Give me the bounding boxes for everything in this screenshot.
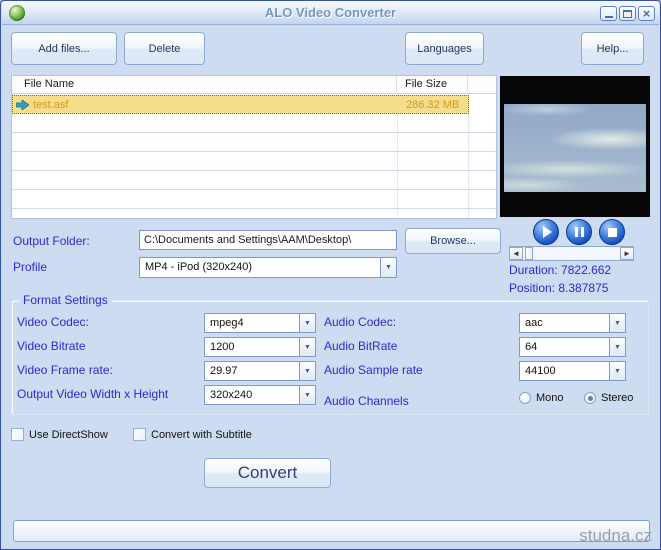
file-row-selected[interactable]: test.asf 286.32 MB [12,95,469,114]
seek-left-arrow[interactable]: ◄ [509,247,523,260]
stop-button[interactable] [599,219,625,245]
audio-codec-label: Audio Codec: [324,315,396,329]
chevron-down-icon[interactable]: ▼ [299,314,315,332]
output-size-dropdown[interactable]: 320x240 ▼ [204,385,316,405]
duration-text: Duration: 7822.662 [509,263,611,277]
close-button[interactable]: × [638,6,655,21]
audio-channels-label: Audio Channels [324,394,409,408]
radio-selected-icon [584,392,596,404]
empty-list-row[interactable] [12,190,497,209]
profile-dropdown[interactable]: MP4 - iPod (320x240) ▼ [139,257,397,278]
audio-bitrate-dropdown[interactable]: 64 ▼ [519,337,626,357]
video-preview [500,76,650,217]
delete-button[interactable]: Delete [124,32,205,65]
progress-bar [13,520,650,542]
audio-codec-dropdown[interactable]: aac ▼ [519,313,626,333]
chevron-down-icon[interactable]: ▼ [609,362,625,380]
radio-stereo[interactable]: Stereo [584,392,633,404]
radio-icon [519,392,531,404]
convert-subtitle-checkbox[interactable] [133,428,146,441]
convert-subtitle-label: Convert with Subtitle [151,429,252,441]
app-window: ALO Video Converter × Add files... Delet… [0,0,661,550]
audio-samplerate-label: Audio Sample rate [324,363,423,377]
empty-list-row[interactable] [12,152,497,171]
chevron-down-icon[interactable]: ▼ [380,258,396,277]
video-codec-label: Video Codec: [17,315,89,329]
pause-icon [575,227,578,237]
empty-list-row[interactable] [12,171,497,190]
video-framerate-label: Video Frame rate: [17,363,113,377]
window-title: ALO Video Converter [2,5,659,20]
format-settings-title: Format Settings [19,293,112,307]
watermark: studna.cz [579,526,652,546]
play-button[interactable] [533,219,559,245]
chevron-down-icon[interactable]: ▼ [299,338,315,356]
column-header-file-size[interactable]: File Size [397,76,468,94]
minimize-icon [605,16,613,18]
browse-button[interactable]: Browse... [405,228,501,254]
seek-slider[interactable]: ◄ ► [509,246,634,261]
empty-list-row[interactable] [12,114,497,133]
play-icon [543,226,552,238]
video-framerate-dropdown[interactable]: 29.97 ▼ [204,361,316,381]
chevron-down-icon[interactable]: ▼ [609,338,625,356]
audio-bitrate-label: Audio BitRate [324,339,397,353]
maximize-button[interactable] [619,6,636,21]
seek-thumb[interactable] [525,247,533,260]
seek-right-arrow[interactable]: ► [620,247,634,260]
radio-mono[interactable]: Mono [519,392,564,404]
maximize-icon [623,10,632,18]
profile-label: Profile [13,260,47,274]
chevron-down-icon[interactable]: ▼ [299,386,315,404]
help-button[interactable]: Help... [581,32,644,65]
chevron-down-icon[interactable]: ▼ [609,314,625,332]
use-directshow-label: Use DirectShow [29,429,108,441]
output-folder-input[interactable] [139,230,397,250]
file-list: File Name File Size test.asf 286.32 MB [11,75,497,219]
video-bitrate-dropdown[interactable]: 1200 ▼ [204,337,316,357]
output-folder-label: Output Folder: [13,234,90,248]
column-header-file-name[interactable]: File Name [12,76,397,94]
file-list-header: File Name File Size [12,76,496,94]
video-frame-image [504,104,646,192]
file-name: test.asf [33,99,68,111]
empty-list-row[interactable] [12,133,497,152]
output-size-label: Output Video Width x Height [17,387,168,401]
file-size: 286.32 MB [406,99,459,111]
empty-list-row[interactable] [12,209,497,219]
pause-button[interactable] [566,219,592,245]
profile-value: MP4 - iPod (320x240) [145,261,252,273]
file-arrow-icon [16,100,29,110]
title-bar[interactable]: ALO Video Converter × [2,1,659,25]
use-directshow-checkbox[interactable] [11,428,24,441]
close-icon: × [643,7,651,20]
languages-button[interactable]: Languages [405,32,484,65]
audio-samplerate-dropdown[interactable]: 44100 ▼ [519,361,626,381]
video-codec-dropdown[interactable]: mpeg4 ▼ [204,313,316,333]
position-text: Position: 8.387875 [509,281,608,295]
minimize-button[interactable] [600,6,617,21]
convert-button[interactable]: Convert [204,458,331,488]
add-files-button[interactable]: Add files... [11,32,117,65]
video-bitrate-label: Video Bitrate [17,339,86,353]
stop-icon [608,228,617,237]
chevron-down-icon[interactable]: ▼ [299,362,315,380]
